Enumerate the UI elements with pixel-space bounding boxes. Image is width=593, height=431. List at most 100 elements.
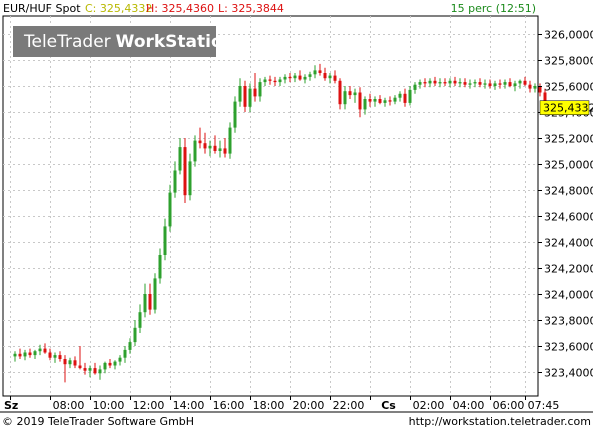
candle-body — [533, 86, 537, 89]
candle — [183, 138, 187, 203]
candle-body — [218, 148, 222, 151]
y-tick-label: 324,8000 — [544, 185, 593, 198]
candle-body — [68, 360, 72, 365]
candle-body — [173, 170, 177, 193]
x-tick-label: 10:00 — [93, 399, 125, 412]
candle-body — [323, 73, 327, 79]
header-low-value: L: 325,3844 — [218, 2, 284, 15]
footer-copyright: © 2019 TeleTrader Software GmbH — [2, 415, 194, 428]
candle-body — [353, 92, 357, 96]
candle-body — [58, 355, 62, 359]
candle-body — [463, 82, 467, 85]
candle-body — [188, 161, 192, 196]
candle-body — [508, 82, 512, 86]
x-axis-ticks: Sz 08:00 10:00 12:00 14:00 16:00 18:00 20:00 22:… — [4, 396, 559, 412]
candle-body — [43, 348, 47, 353]
x-tick-label: 16:00 — [213, 399, 245, 412]
candle-body — [243, 86, 247, 107]
x-tick-label: 02:00 — [413, 399, 445, 412]
candle-body — [298, 75, 302, 80]
candle-body — [193, 140, 197, 162]
candle-body — [98, 369, 102, 374]
y-tick-label: 325,2000 — [544, 133, 593, 146]
candle-body — [123, 349, 127, 358]
watermark-logo: TeleTrader WorkStation — [13, 26, 235, 57]
x-tick-label: 22:00 — [333, 399, 365, 412]
candle-body — [208, 145, 212, 149]
x-tick-label: Cs — [381, 399, 396, 412]
candle-body — [398, 93, 402, 98]
candle-body — [158, 255, 162, 279]
candle — [538, 83, 542, 97]
candle-body — [513, 83, 517, 86]
candle-body — [153, 278, 157, 310]
candle-body — [28, 352, 32, 356]
y-tick-label: 323,6000 — [544, 341, 593, 354]
candle-body — [328, 75, 332, 79]
header-interval: 15 perc (12:51) — [451, 2, 536, 15]
plot-area — [2, 15, 539, 397]
candle-body — [263, 79, 267, 83]
candle-body — [403, 93, 407, 103]
header-high-value: H: 325,4360 — [146, 2, 214, 15]
candle-body — [378, 99, 382, 103]
y-axis-ticks: 326,0000325,8000325,6000325,4000325,2000… — [538, 29, 593, 380]
candle-body — [133, 327, 137, 343]
candle-body — [333, 75, 337, 81]
candle-body — [503, 82, 507, 85]
chart-window: EUR/HUF Spot C: 325,4332 H: 325,4360 L: … — [0, 0, 593, 431]
candle-body — [523, 80, 527, 85]
y-tick-label: 326,0000 — [544, 29, 593, 42]
candle-body — [113, 361, 117, 366]
candle-body — [228, 127, 232, 154]
candle-body — [128, 342, 132, 350]
candle-body — [238, 86, 242, 102]
candle-body — [393, 97, 397, 102]
candle-body — [453, 80, 457, 84]
candle-body — [303, 76, 307, 80]
x-tick-label: 08:00 — [53, 399, 85, 412]
candle — [153, 273, 157, 314]
candle-body — [488, 83, 492, 86]
y-tick-label: 323,4000 — [544, 367, 593, 380]
candle-body — [483, 83, 487, 85]
candle-body — [48, 352, 52, 358]
candle-body — [143, 294, 147, 313]
candle-body — [418, 82, 422, 85]
candle-body — [413, 84, 417, 90]
candle-body — [103, 362, 107, 370]
candle-body — [443, 82, 447, 84]
candle-body — [478, 82, 482, 85]
candle-body — [383, 100, 387, 103]
candle-body — [118, 357, 122, 362]
x-tick-label: 18:00 — [253, 399, 285, 412]
y-tick-label: 324,0000 — [544, 289, 593, 302]
last-price-marker: 325,4332 — [539, 100, 593, 115]
candle-body — [183, 147, 187, 196]
candle-body — [18, 353, 22, 357]
candle-body — [108, 362, 112, 366]
candle-body — [368, 99, 372, 102]
candle-body — [358, 92, 362, 110]
candle-body — [78, 365, 82, 369]
candle-body — [213, 145, 217, 151]
candle — [228, 122, 232, 159]
candle-body — [273, 80, 277, 83]
candle-body — [283, 76, 287, 80]
y-tick-label: 325,0000 — [544, 159, 593, 172]
candle-body — [163, 226, 167, 255]
candle-body — [278, 79, 282, 83]
candle-body — [423, 82, 427, 84]
candle-body — [293, 75, 297, 79]
candle-body — [428, 80, 432, 84]
candle-body — [223, 148, 227, 154]
candle-body — [433, 80, 437, 84]
x-tick-label: 12:00 — [133, 399, 165, 412]
candle-body — [343, 91, 347, 105]
candle-body — [53, 355, 57, 358]
candle-body — [308, 74, 312, 77]
x-tick-label: 07:45 — [528, 399, 560, 412]
candle-body — [373, 99, 377, 102]
candle-body — [438, 82, 442, 84]
candle-body — [318, 70, 322, 73]
